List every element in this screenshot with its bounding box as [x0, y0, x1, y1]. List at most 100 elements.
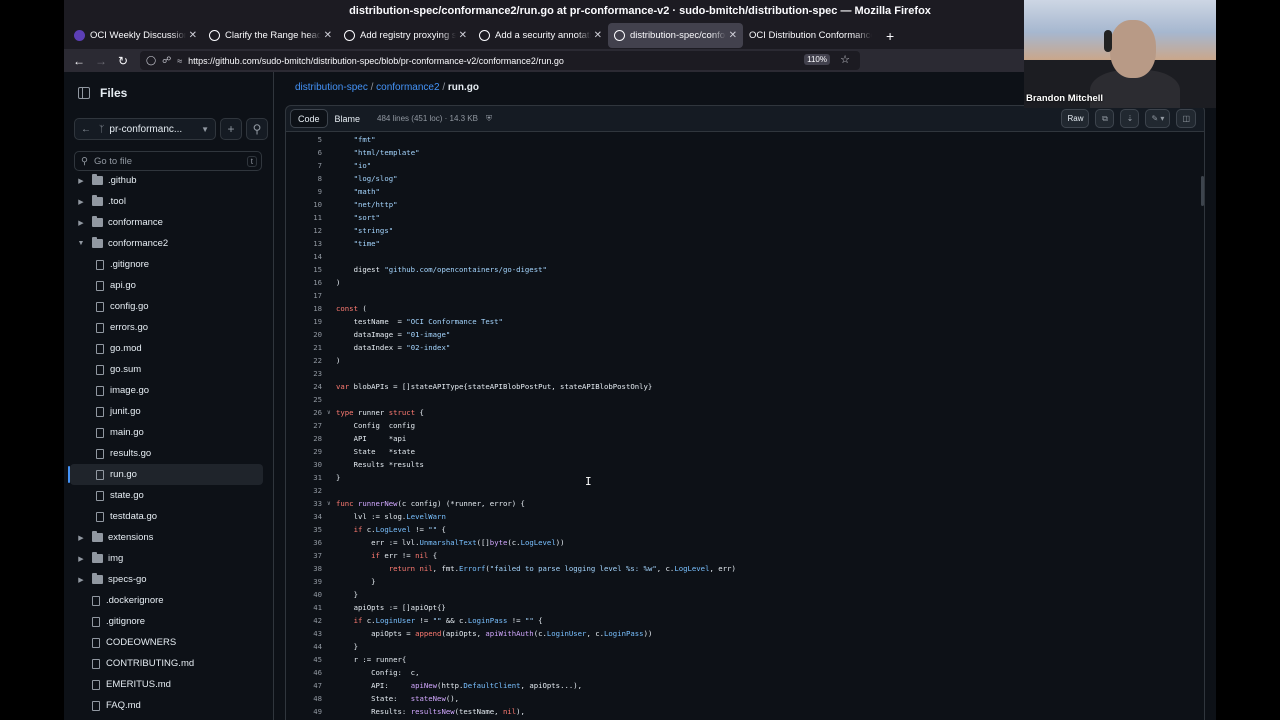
code-line[interactable]: 28 API *api	[286, 432, 1204, 445]
close-tab-icon[interactable]: ✕	[594, 30, 602, 41]
chevron-right-icon[interactable]: ▶	[76, 534, 86, 542]
line-number[interactable]: 20	[286, 328, 322, 341]
line-number[interactable]: 22	[286, 354, 322, 367]
tree-item[interactable]: ▶ conformance	[64, 212, 273, 233]
tree-item[interactable]: EMERITUS.md	[64, 674, 273, 695]
code-line[interactable]: 46 Config: c,	[286, 666, 1204, 679]
line-number[interactable]: 21	[286, 341, 322, 354]
code-line[interactable]: 41 apiOpts := []apiOpt{}	[286, 601, 1204, 614]
code-line[interactable]: 31}	[286, 471, 1204, 484]
browser-tab[interactable]: OCI Weekly Discussion - Hac✕	[68, 23, 203, 48]
breadcrumb-repo-link[interactable]: distribution-spec	[295, 82, 368, 93]
code-line[interactable]: 9 "math"	[286, 185, 1204, 198]
tree-item[interactable]: CONTRIBUTING.md	[64, 653, 273, 674]
tree-item[interactable]: ▶ specs-go	[64, 569, 273, 590]
code-line[interactable]: 7 "io"	[286, 159, 1204, 172]
line-number[interactable]: 14	[286, 250, 322, 263]
copy-icon[interactable]: ⧉	[1095, 109, 1115, 128]
code-line[interactable]: 39 }	[286, 575, 1204, 588]
code-line[interactable]: 22)	[286, 354, 1204, 367]
line-number[interactable]: 15	[286, 263, 322, 276]
tab-code[interactable]: Code	[290, 109, 328, 128]
code-line[interactable]: 43 apiOpts = append(apiOpts, apiWithAuth…	[286, 627, 1204, 640]
line-number[interactable]: 19	[286, 315, 322, 328]
tree-item[interactable]: ▶ .tool	[64, 191, 273, 212]
line-number[interactable]: 31	[286, 471, 322, 484]
chevron-right-icon[interactable]: ▶	[76, 555, 86, 563]
code-line[interactable]: 35 if c.LogLevel != "" {	[286, 523, 1204, 536]
bookmark-star-icon[interactable]: ☆	[840, 53, 850, 66]
code-line[interactable]: 30 Results *results	[286, 458, 1204, 471]
line-number[interactable]: 48	[286, 692, 322, 705]
code-line[interactable]: 11 "sort"	[286, 211, 1204, 224]
close-tab-icon[interactable]: ✕	[729, 30, 737, 41]
chevron-right-icon[interactable]: ▶	[76, 219, 86, 227]
close-tab-icon[interactable]: ✕	[189, 30, 197, 41]
line-number[interactable]: 11	[286, 211, 322, 224]
close-tab-icon[interactable]: ✕	[324, 30, 332, 41]
add-file-button[interactable]: +	[220, 118, 242, 140]
code-line[interactable]: 40 }	[286, 588, 1204, 601]
tree-item[interactable]: .gitignore	[64, 254, 273, 275]
back-arrow-icon[interactable]: ←	[81, 124, 91, 135]
edit-pencil-icon[interactable]: ✎ ▾	[1145, 109, 1171, 128]
line-number[interactable]: 23	[286, 367, 322, 380]
tree-item[interactable]: ▼ conformance2	[64, 233, 273, 254]
raw-button[interactable]: Raw	[1061, 109, 1090, 128]
forward-button[interactable]: →	[90, 54, 112, 68]
tree-item[interactable]: config.go	[64, 296, 273, 317]
browser-tab[interactable]: Clarify the Range header ✕	[203, 23, 338, 48]
new-tab-button[interactable]: +	[886, 28, 894, 44]
line-number[interactable]: 37	[286, 549, 322, 562]
line-number[interactable]: 29	[286, 445, 322, 458]
lock-icon[interactable]: ☍	[162, 55, 171, 66]
close-tab-icon[interactable]: ✕	[459, 30, 467, 41]
code-line[interactable]: 21 dataIndex = "02-index"	[286, 341, 1204, 354]
tree-item[interactable]: ▶ img	[64, 548, 273, 569]
tree-item[interactable]: .gitignore	[64, 611, 273, 632]
line-number[interactable]: 26	[286, 406, 322, 419]
code-line[interactable]: 47 API: apiNew(http.DefaultClient, apiOp…	[286, 679, 1204, 692]
fold-chevron-icon[interactable]: ∨	[327, 497, 331, 510]
tree-item[interactable]: main.go	[64, 422, 273, 443]
tree-item[interactable]: go.sum	[64, 359, 273, 380]
chevron-right-icon[interactable]: ▶	[76, 198, 86, 206]
browser-tab[interactable]: distribution-spec/conformance2✕	[608, 23, 743, 48]
line-number[interactable]: 40	[286, 588, 322, 601]
line-number[interactable]: 45	[286, 653, 322, 666]
line-number[interactable]: 25	[286, 393, 322, 406]
tree-item[interactable]: .dockerignore	[64, 590, 273, 611]
tree-item[interactable]: results.go	[64, 443, 273, 464]
code-line[interactable]: 32	[286, 484, 1204, 497]
branch-selector[interactable]: ← ᛉ pr-conformanc... ▼	[74, 118, 216, 140]
code-line[interactable]: 48 State: stateNew(),	[286, 692, 1204, 705]
tree-item[interactable]: state.go	[64, 485, 273, 506]
code-line[interactable]: 13 "time"	[286, 237, 1204, 250]
tree-item[interactable]: testdata.go	[64, 506, 273, 527]
code-line[interactable]: 27 Config config	[286, 419, 1204, 432]
line-number[interactable]: 36	[286, 536, 322, 549]
browser-tab[interactable]: Add registry proxying sec✕	[338, 23, 473, 48]
reload-button[interactable]: ↻	[112, 54, 134, 68]
line-number[interactable]: 24	[286, 380, 322, 393]
collapse-sidebar-icon[interactable]	[78, 87, 90, 99]
download-icon[interactable]: ⇣	[1120, 109, 1140, 128]
line-number[interactable]: 8	[286, 172, 322, 185]
line-number[interactable]: 33	[286, 497, 322, 510]
line-number[interactable]: 43	[286, 627, 322, 640]
line-number[interactable]: 35	[286, 523, 322, 536]
tree-item[interactable]: ▶ .github	[64, 170, 273, 191]
zoom-level[interactable]: 110%	[804, 54, 830, 65]
line-number[interactable]: 38	[286, 562, 322, 575]
code-line[interactable]: 33 ∨ func runnerNew(c config) (*runner, er…	[286, 497, 1204, 510]
tree-item[interactable]: go.mod	[64, 338, 273, 359]
line-number[interactable]: 41	[286, 601, 322, 614]
symbols-panel-icon[interactable]: ◫	[1176, 109, 1196, 128]
tree-item[interactable]: FAQ.md	[64, 695, 273, 716]
code-line[interactable]: 44 }	[286, 640, 1204, 653]
line-number[interactable]: 34	[286, 510, 322, 523]
tree-item[interactable]: CODEOWNERS	[64, 632, 273, 653]
code-line[interactable]: 5 "fmt"	[286, 133, 1204, 146]
code-line[interactable]: 29 State *state	[286, 445, 1204, 458]
code-line[interactable]: 18 const (	[286, 302, 1204, 315]
